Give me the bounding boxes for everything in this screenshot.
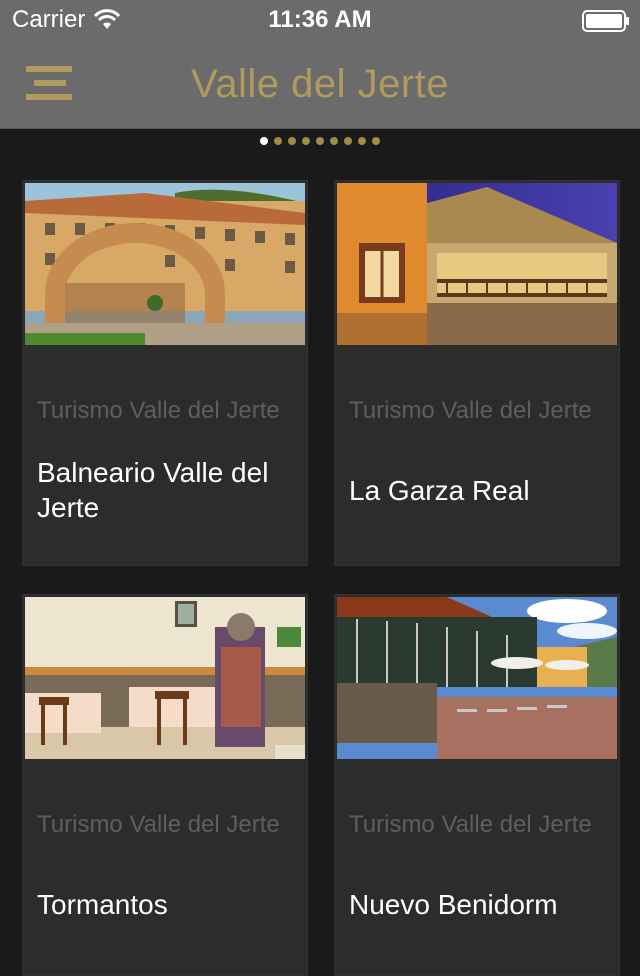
- listing-card[interactable]: Turismo Valle del Jerte Nuevo Benidorm: [334, 594, 620, 976]
- page-dot[interactable]: [372, 137, 380, 145]
- card-title: Nuevo Benidorm: [349, 888, 558, 920]
- listing-card[interactable]: Turismo Valle del Jerte Tormantos: [22, 594, 308, 976]
- card-title: La Garza Real: [349, 474, 530, 506]
- page-dot[interactable]: [260, 137, 268, 145]
- listing-card[interactable]: Turismo Valle del Jerte La Garza Real: [334, 180, 620, 566]
- page-dot[interactable]: [330, 137, 338, 145]
- restaurant-interior-photo: [25, 597, 305, 759]
- status-bar: Carrier 11:36 AM: [0, 0, 640, 40]
- page-dot[interactable]: [274, 137, 282, 145]
- listing-card[interactable]: Turismo Valle del Jerte Balneario Valle …: [22, 180, 308, 566]
- card-title: Balneario Valle del Jerte: [37, 457, 269, 523]
- page-dot[interactable]: [288, 137, 296, 145]
- card-source: Turismo Valle del Jerte: [37, 397, 280, 424]
- terrace-restaurant-photo: [337, 597, 617, 759]
- card-source: Turismo Valle del Jerte: [349, 811, 592, 838]
- page-dot[interactable]: [302, 137, 310, 145]
- card-source: Turismo Valle del Jerte: [349, 397, 592, 424]
- hotel-building-photo: [25, 183, 305, 345]
- navigation-bar: Valle del Jerte: [0, 40, 640, 129]
- page-title: Valle del Jerte: [190, 62, 449, 106]
- card-title: Tormantos: [37, 888, 168, 920]
- page-dot[interactable]: [316, 137, 324, 145]
- card-source: Turismo Valle del Jerte: [37, 811, 280, 838]
- page-dot[interactable]: [358, 137, 366, 145]
- battery-icon: [582, 10, 629, 32]
- page-indicator[interactable]: [0, 137, 640, 145]
- house-balcony-night-photo: [337, 183, 617, 345]
- clock: 11:36 AM: [268, 6, 372, 33]
- page-dot[interactable]: [344, 137, 352, 145]
